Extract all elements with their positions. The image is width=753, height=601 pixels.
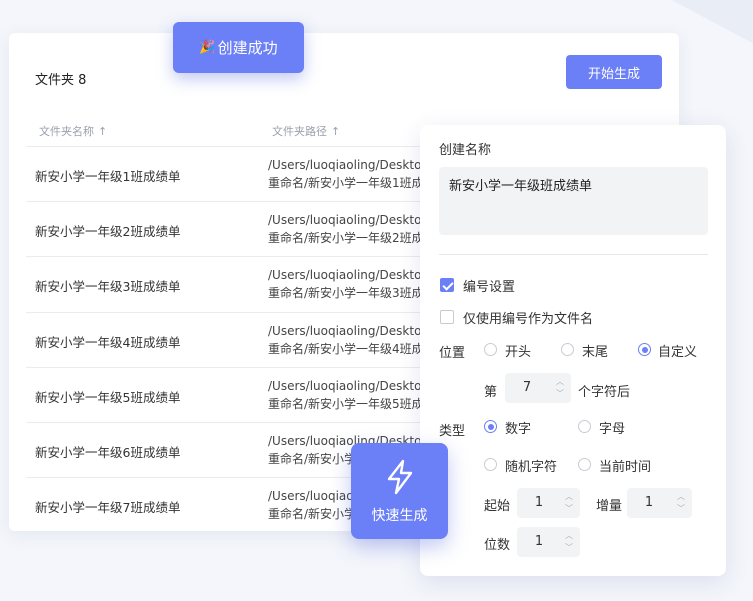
folder-name-cell: 新安小学一年级5班成绩单 <box>35 389 181 405</box>
type-radio-time[interactable] <box>578 458 591 471</box>
settings-panel: 创建名称 编号设置 仅使用编号作为文件名 位置 开头 末尾 自定义 第 7 ︿ … <box>420 125 726 576</box>
success-toast: 🎉 创建成功 <box>173 22 304 73</box>
position-option-end: 末尾 <box>582 345 609 360</box>
column-label: 文件夹名称 <box>39 125 94 138</box>
column-label: 文件夹路径 <box>272 125 327 138</box>
path-line: 重命名/新安小学一年级3班成 <box>268 286 424 301</box>
name-input[interactable] <box>439 167 708 235</box>
type-label: 类型 <box>439 424 466 439</box>
column-header-path[interactable]: 文件夹路径 ↑ <box>272 123 340 139</box>
position-option-custom: 自定义 <box>658 345 698 360</box>
type-radio-random[interactable] <box>484 458 497 471</box>
position-option-start: 开头 <box>505 345 532 360</box>
table-row[interactable]: 新安小学一年级4班成绩单 /Users/luoqiaoling/Desktop 重… <box>26 313 426 368</box>
only-number-label: 仅使用编号作为文件名 <box>463 312 594 327</box>
quick-generate-button[interactable]: 快速生成 <box>351 443 448 539</box>
path-line: /Users/luoqiaoling/Desktop <box>268 158 426 172</box>
position-radio-start[interactable] <box>484 343 497 356</box>
path-line: /Users/luoqiaoling/Desktop <box>268 268 426 283</box>
chevron-down-icon[interactable]: ﹀ <box>562 542 576 554</box>
toast-text: 创建成功 <box>217 39 278 57</box>
numbering-label: 编号设置 <box>463 280 516 295</box>
chevron-up-icon[interactable]: ︿ <box>674 491 688 503</box>
type-option-time: 当前时间 <box>599 460 652 475</box>
folder-name-cell: 新安小学一年级7班成绩单 <box>35 500 181 516</box>
position-radio-custom[interactable] <box>638 343 651 356</box>
path-line: 重命名/新安小学一年级2班成 <box>268 231 424 246</box>
folder-name-cell: 新安小学一年级3班成绩单 <box>35 279 181 295</box>
type-option-letter: 字母 <box>599 422 626 437</box>
stepper-value: 1 <box>644 495 654 510</box>
type-radio-letter[interactable] <box>578 420 591 433</box>
table-row[interactable]: 新安小学一年级2班成绩单 /Users/luoqiaoling/Desktop 重… <box>26 202 426 258</box>
path-line: /Users/luoqiaoling/Desktop <box>268 378 426 393</box>
chevron-up-icon[interactable]: ︿ <box>553 376 567 388</box>
type-radio-number[interactable] <box>484 420 497 433</box>
folder-name-cell: 新安小学一年级2班成绩单 <box>35 224 181 240</box>
name-label: 创建名称 <box>439 143 492 158</box>
folder-count: 文件夹 8 <box>35 73 87 88</box>
stepper-value: 1 <box>534 534 544 549</box>
position-radio-end[interactable] <box>561 343 574 356</box>
digits-label: 位数 <box>484 538 511 553</box>
table-row[interactable]: 新安小学一年级1班成绩单 /Users/luoqiaoling/Desktop 重… <box>26 147 426 203</box>
column-header-name[interactable]: 文件夹名称 ↑ <box>39 123 107 139</box>
sort-arrow-up-icon[interactable]: ↑ <box>331 125 340 138</box>
start-label: 起始 <box>484 499 511 514</box>
folder-path-cell: /Users/luoqiaoling/Desktop 重命名/新安小学一年级5班成 <box>268 377 426 413</box>
table-row[interactable]: 新安小学一年级3班成绩单 /Users/luoqiaoling/Desktop 重… <box>26 257 426 313</box>
type-option-number: 数字 <box>505 422 532 437</box>
increment-stepper[interactable]: 1 ︿ ﹀ <box>627 488 692 518</box>
divider <box>439 254 708 255</box>
folder-path-cell: /Users/luoqiaoling/Desktop 重命名/新安小学一年级2班成 <box>268 211 426 247</box>
path-line: /Users/luoqiaoling/Desktop <box>268 213 426 228</box>
chevron-down-icon[interactable]: ﹀ <box>553 388 567 400</box>
table-row[interactable]: 新安小学一年级5班成绩单 /Users/luoqiaoling/Desktop 重… <box>26 368 426 423</box>
start-generate-button[interactable]: 开始生成 <box>566 55 662 89</box>
folder-name-cell: 新安小学一年级1班成绩单 <box>35 169 181 184</box>
path-line: 重命名/新安小学一年级1班成 <box>268 176 424 190</box>
stepper-value: 7 <box>522 380 532 395</box>
path-line: 重命名/新安小学一年级4班成 <box>268 341 424 356</box>
folder-path-cell: /Users/luoqiaoling/Desktop 重命名/新安小学一年级3班成 <box>268 266 426 302</box>
sort-arrow-up-icon[interactable]: ↑ <box>98 125 107 138</box>
chevron-down-icon[interactable]: ﹀ <box>674 503 688 515</box>
folder-path-cell: /Users/luoqiaoling/Desktop 重命名/新安小学一年级1班成 <box>268 156 426 192</box>
increment-label: 增量 <box>596 499 623 514</box>
folder-name-cell: 新安小学一年级6班成绩单 <box>35 444 181 460</box>
lightning-bolt-icon <box>387 459 413 495</box>
quick-generate-label: 快速生成 <box>371 508 428 524</box>
party-popper-icon: 🎉 <box>199 40 216 55</box>
only-number-checkbox[interactable] <box>440 310 454 324</box>
position-prefix: 第 <box>484 385 498 400</box>
position-stepper[interactable]: 7 ︿ ﹀ <box>505 373 571 403</box>
folder-path-cell: /Users/luoqiaoling/Desktop 重命名/新安小学一年级4班成 <box>268 322 426 358</box>
numbering-checkbox[interactable] <box>440 278 454 292</box>
path-line: 重命名/新安小学一年级5班成 <box>268 396 424 411</box>
chevron-up-icon[interactable]: ︿ <box>562 491 576 503</box>
folder-name-cell: 新安小学一年级4班成绩单 <box>35 334 181 350</box>
path-line: /Users/luoqiaoling/Desktop <box>268 323 426 338</box>
type-option-random: 随机字符 <box>505 460 558 475</box>
stepper-value: 1 <box>534 495 544 510</box>
background-decoration <box>670 0 753 56</box>
chevron-up-icon[interactable]: ︿ <box>562 530 576 542</box>
position-suffix: 个字符后 <box>578 385 631 400</box>
position-label: 位置 <box>439 346 466 361</box>
chevron-down-icon[interactable]: ﹀ <box>562 503 576 515</box>
digits-stepper[interactable]: 1 ︿ ﹀ <box>517 527 580 557</box>
start-stepper[interactable]: 1 ︿ ﹀ <box>517 488 580 518</box>
